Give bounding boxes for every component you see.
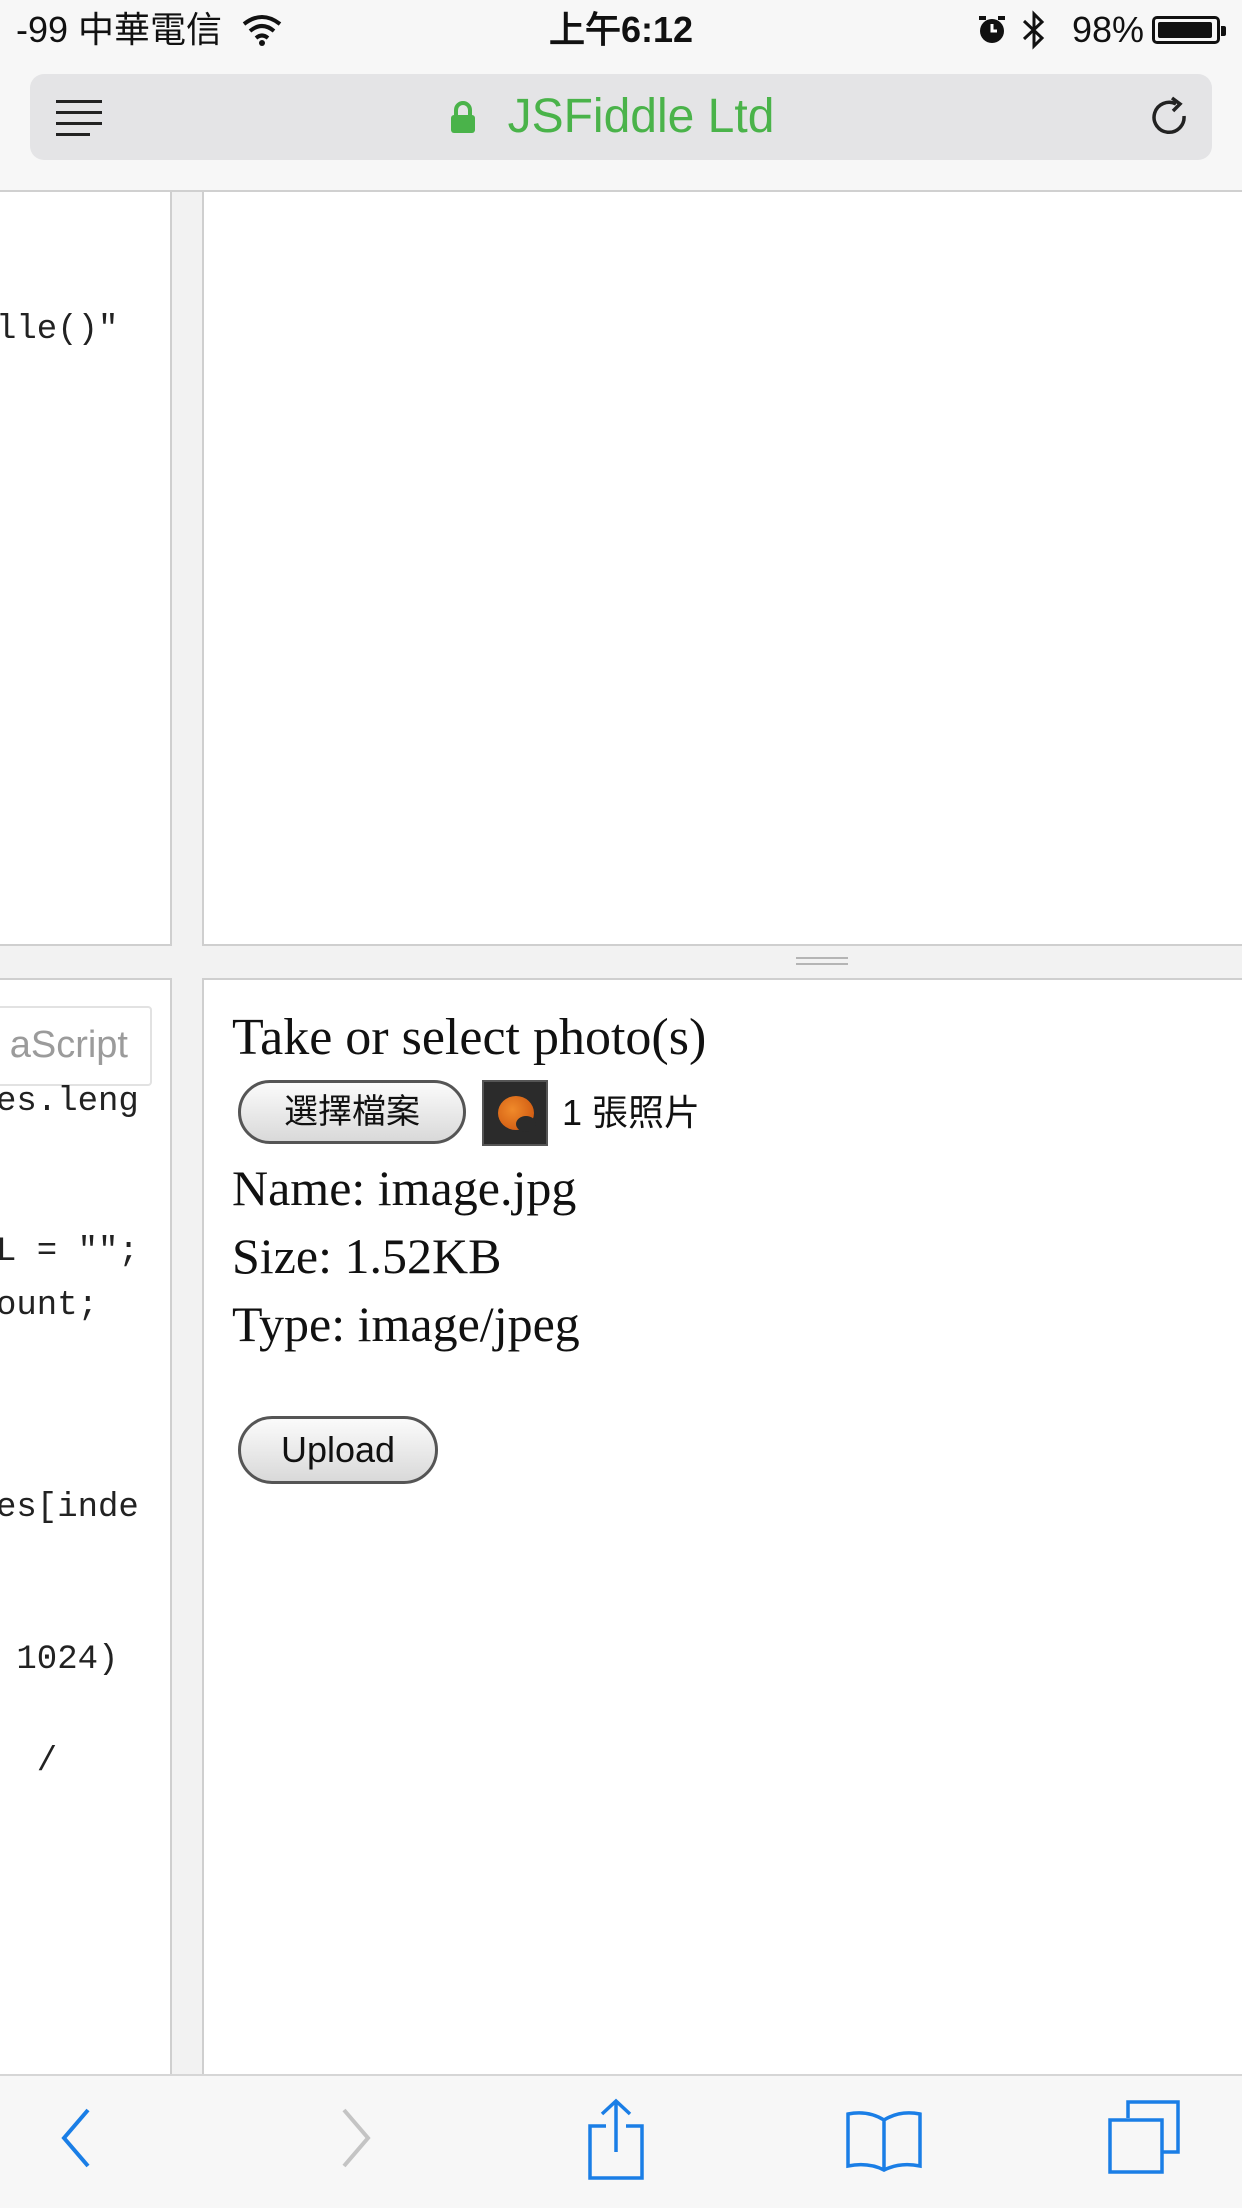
battery-icon <box>1152 16 1226 44</box>
bluetooth-icon <box>1022 10 1045 50</box>
js-code-line: L = ""; <box>0 1233 139 1271</box>
reload-icon[interactable] <box>1146 94 1194 142</box>
photo-count: 1 張照片 <box>562 1092 701 1133</box>
file-size: Size: 1.52KB <box>232 1228 502 1284</box>
panel-divider-left[interactable] <box>0 944 172 980</box>
panel-divider-right[interactable] <box>202 944 1242 980</box>
address-bar[interactable]: JSFiddle Ltd <box>30 74 1212 160</box>
share-icon[interactable] <box>584 2098 648 2182</box>
alarm-icon <box>979 16 1005 43</box>
tabs-icon[interactable] <box>1104 2098 1184 2178</box>
clock: 上午6:12 <box>548 9 694 50</box>
file-type: Type: image/jpeg <box>232 1296 580 1352</box>
panel-divider-vertical[interactable] <box>170 192 204 2074</box>
choose-file-button[interactable]: 選擇檔案 <box>238 1080 466 1144</box>
back-icon[interactable] <box>56 2104 100 2172</box>
js-code-line: 1024) <box>0 1641 119 1679</box>
bookmarks-icon[interactable] <box>844 2108 924 2172</box>
status-bar: -99 中華電信 上午6:12 98% <box>0 0 1242 62</box>
upload-button[interactable]: Upload <box>238 1416 438 1484</box>
site-name: JSFiddle Ltd <box>507 90 775 143</box>
bottom-toolbar <box>0 2074 1242 2208</box>
language-label: aScript <box>0 1006 152 1086</box>
js-code-line: / <box>0 1743 58 1781</box>
file-name: Name: image.jpg <box>232 1160 577 1216</box>
html-code-line: lle()" <box>0 311 119 349</box>
js-code-line: ount; <box>0 1287 99 1325</box>
resize-handle[interactable] <box>796 957 848 967</box>
forward-icon[interactable] <box>334 2104 378 2172</box>
js-code-line: es[inde <box>0 1489 139 1527</box>
result-heading: Take or select photo(s) <box>232 1009 707 1066</box>
browser-header: JSFiddle Ltd <box>0 62 1242 192</box>
photo-thumbnail <box>482 1080 548 1146</box>
js-code-line: es.leng <box>0 1083 139 1121</box>
battery-percent: 98% <box>1071 9 1144 50</box>
